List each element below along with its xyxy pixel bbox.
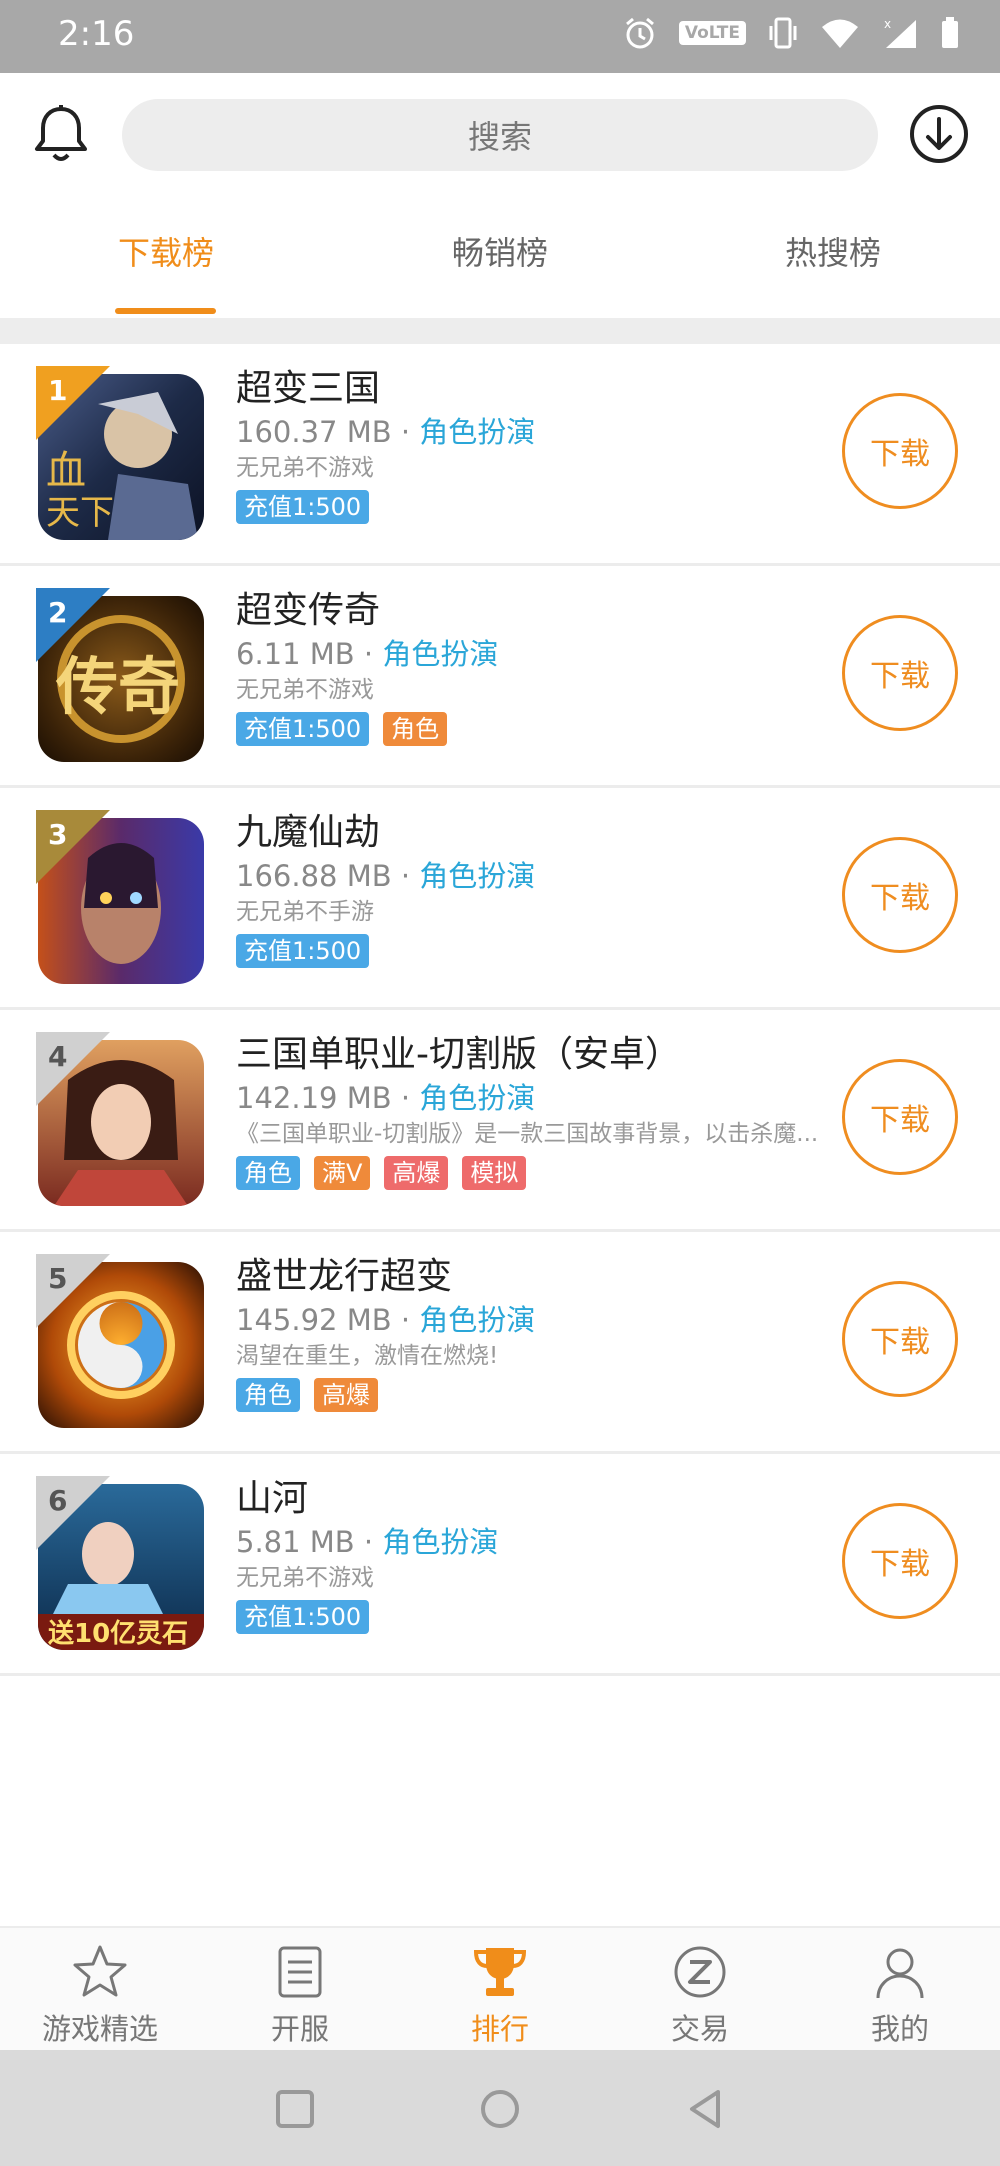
- game-meta: 166.88 MB · 角色扮演: [236, 859, 536, 893]
- rank-badge: 2: [36, 588, 110, 662]
- nav-mine[interactable]: 我的: [800, 1942, 1000, 2048]
- list-item[interactable]: 送10亿灵石 6 山河 5.81 MB · 角色扮演 无兄弟不游戏 充值1:50…: [0, 1454, 1000, 1676]
- tab-hot-search-rank[interactable]: 热搜榜: [723, 228, 943, 274]
- download-manager-icon[interactable]: [908, 103, 970, 165]
- game-name: 三国单职业-切割版（安卓）: [236, 1034, 681, 1075]
- nav-label: 交易: [670, 2012, 729, 2046]
- download-button[interactable]: 下载: [842, 1503, 958, 1619]
- game-ranking-list: 血 天下 1 超变三国 160.37 MB · 角色扮演 无兄弟不游戏 充值1:…: [0, 344, 1000, 1676]
- list-item[interactable]: 5 盛世龙行超变 145.92 MB · 角色扮演 渴望在重生，激情在燃烧! 角…: [0, 1232, 1000, 1454]
- svg-text:血: 血: [46, 448, 86, 494]
- svg-text:x: x: [884, 17, 891, 31]
- game-name: 盛世龙行超变: [236, 1256, 453, 1297]
- game-meta: 142.19 MB · 角色扮演: [236, 1081, 536, 1115]
- home-icon[interactable]: [477, 2086, 523, 2132]
- game-meta: 6.11 MB · 角色扮演: [236, 637, 499, 671]
- tag-high-drop: 高爆: [384, 1156, 449, 1190]
- user-icon: [876, 1948, 924, 1999]
- status-bar: 2:16 VoLTE x: [0, 0, 1000, 73]
- nav-featured-games[interactable]: 游戏精选: [0, 1942, 200, 2048]
- search-input[interactable]: 搜索: [122, 99, 878, 171]
- nav-label: 游戏精选: [41, 2012, 158, 2046]
- top-header: 搜索: [0, 73, 1000, 198]
- tab-download-rank[interactable]: 下载榜: [56, 228, 276, 274]
- rank-badge: 5: [36, 1254, 110, 1328]
- recent-apps-icon[interactable]: [272, 2086, 318, 2132]
- vibrate-icon: [769, 17, 797, 49]
- rank-badge: 1: [36, 366, 110, 440]
- list-item[interactable]: 传奇 2 超变传奇 6.11 MB · 角色扮演 无兄弟不游戏 充值1:500 …: [0, 566, 1000, 788]
- nav-label: 开服: [270, 2012, 329, 2046]
- download-button[interactable]: 下载: [842, 615, 958, 731]
- download-button[interactable]: 下载: [842, 393, 958, 509]
- download-button[interactable]: 下载: [842, 837, 958, 953]
- game-meta: 145.92 MB · 角色扮演: [236, 1303, 536, 1337]
- game-name: 超变传奇: [236, 590, 381, 631]
- game-name: 超变三国: [236, 368, 381, 409]
- rank-badge: 3: [36, 810, 110, 884]
- list-item[interactable]: 血 天下 1 超变三国 160.37 MB · 角色扮演 无兄弟不游戏 充值1:…: [0, 344, 1000, 566]
- tag-role: 角色: [236, 1156, 300, 1190]
- trophy-icon: [473, 1948, 527, 1996]
- alarm-icon: [625, 17, 654, 49]
- search-placeholder: 搜索: [467, 118, 532, 156]
- tag-role: 角色: [383, 712, 448, 746]
- status-time: 2:16: [58, 14, 135, 54]
- ranking-tabs: 下载榜 畅销榜 热搜榜: [0, 198, 1000, 318]
- nav-trade[interactable]: 交易: [600, 1942, 800, 2048]
- list-icon: [278, 1946, 322, 1998]
- section-divider: [0, 318, 1000, 344]
- list-item[interactable]: 3 九魔仙劫 166.88 MB · 角色扮演 无兄弟不手游 充值1:500 下…: [0, 788, 1000, 1010]
- tag-recharge: 充值1:500: [236, 490, 370, 524]
- tag-recharge: 充值1:500: [236, 1600, 370, 1634]
- tag-recharge: 充值1:500: [236, 712, 370, 746]
- back-icon[interactable]: [682, 2086, 728, 2132]
- tag-high-drop: 高爆: [314, 1378, 378, 1412]
- bottom-nav: 游戏精选 开服 排行 交易 我的: [0, 1926, 1000, 2052]
- game-desc: 无兄弟不游戏: [236, 455, 374, 481]
- system-nav-bar: [0, 2050, 1000, 2166]
- game-meta: 5.81 MB · 角色扮演: [236, 1525, 499, 1559]
- star-icon: [73, 1945, 127, 1997]
- tag-recharge: 充值1:500: [236, 934, 370, 968]
- volte-badge: VoLTE: [678, 21, 746, 45]
- battery-icon: [942, 17, 958, 48]
- exchange-icon: [674, 1946, 726, 1998]
- game-desc: 无兄弟不游戏: [236, 677, 374, 703]
- game-desc: 《三国单职业-切割版》是一款三国故事背景，以击杀魔...: [236, 1121, 819, 1147]
- game-desc: 无兄弟不游戏: [236, 1565, 374, 1591]
- nav-label: 我的: [870, 2012, 929, 2046]
- tag-simulation: 模拟: [462, 1156, 527, 1190]
- signal-icon: x: [884, 17, 916, 48]
- game-desc: 无兄弟不手游: [236, 899, 374, 925]
- rank-badge: 6: [36, 1476, 110, 1550]
- game-meta: 160.37 MB · 角色扮演: [236, 415, 536, 449]
- bell-icon[interactable]: [30, 103, 92, 165]
- status-icons: VoLTE x: [623, 16, 960, 50]
- active-tab-indicator: [115, 308, 216, 314]
- list-item[interactable]: 4 三国单职业-切割版（安卓） 142.19 MB · 角色扮演 《三国单职业-…: [0, 1010, 1000, 1232]
- download-button[interactable]: 下载: [842, 1059, 958, 1175]
- game-name: 九魔仙劫: [236, 812, 381, 853]
- game-desc: 渴望在重生，激情在燃烧!: [236, 1343, 499, 1369]
- svg-text:送10亿灵石: 送10亿灵石: [48, 1619, 188, 1649]
- svg-text:天下: 天下: [46, 493, 114, 533]
- nav-ranking[interactable]: 排行: [400, 1942, 600, 2048]
- download-button[interactable]: 下载: [842, 1281, 958, 1397]
- tag-role: 角色: [236, 1378, 300, 1412]
- wifi-icon: [822, 19, 858, 48]
- game-name: 山河: [236, 1478, 309, 1519]
- tag-full-vip: 满V: [314, 1156, 371, 1190]
- nav-server-open[interactable]: 开服: [200, 1942, 400, 2048]
- tab-bestseller-rank[interactable]: 畅销榜: [390, 228, 610, 274]
- nav-label: 排行: [470, 2012, 529, 2046]
- rank-badge: 4: [36, 1032, 110, 1106]
